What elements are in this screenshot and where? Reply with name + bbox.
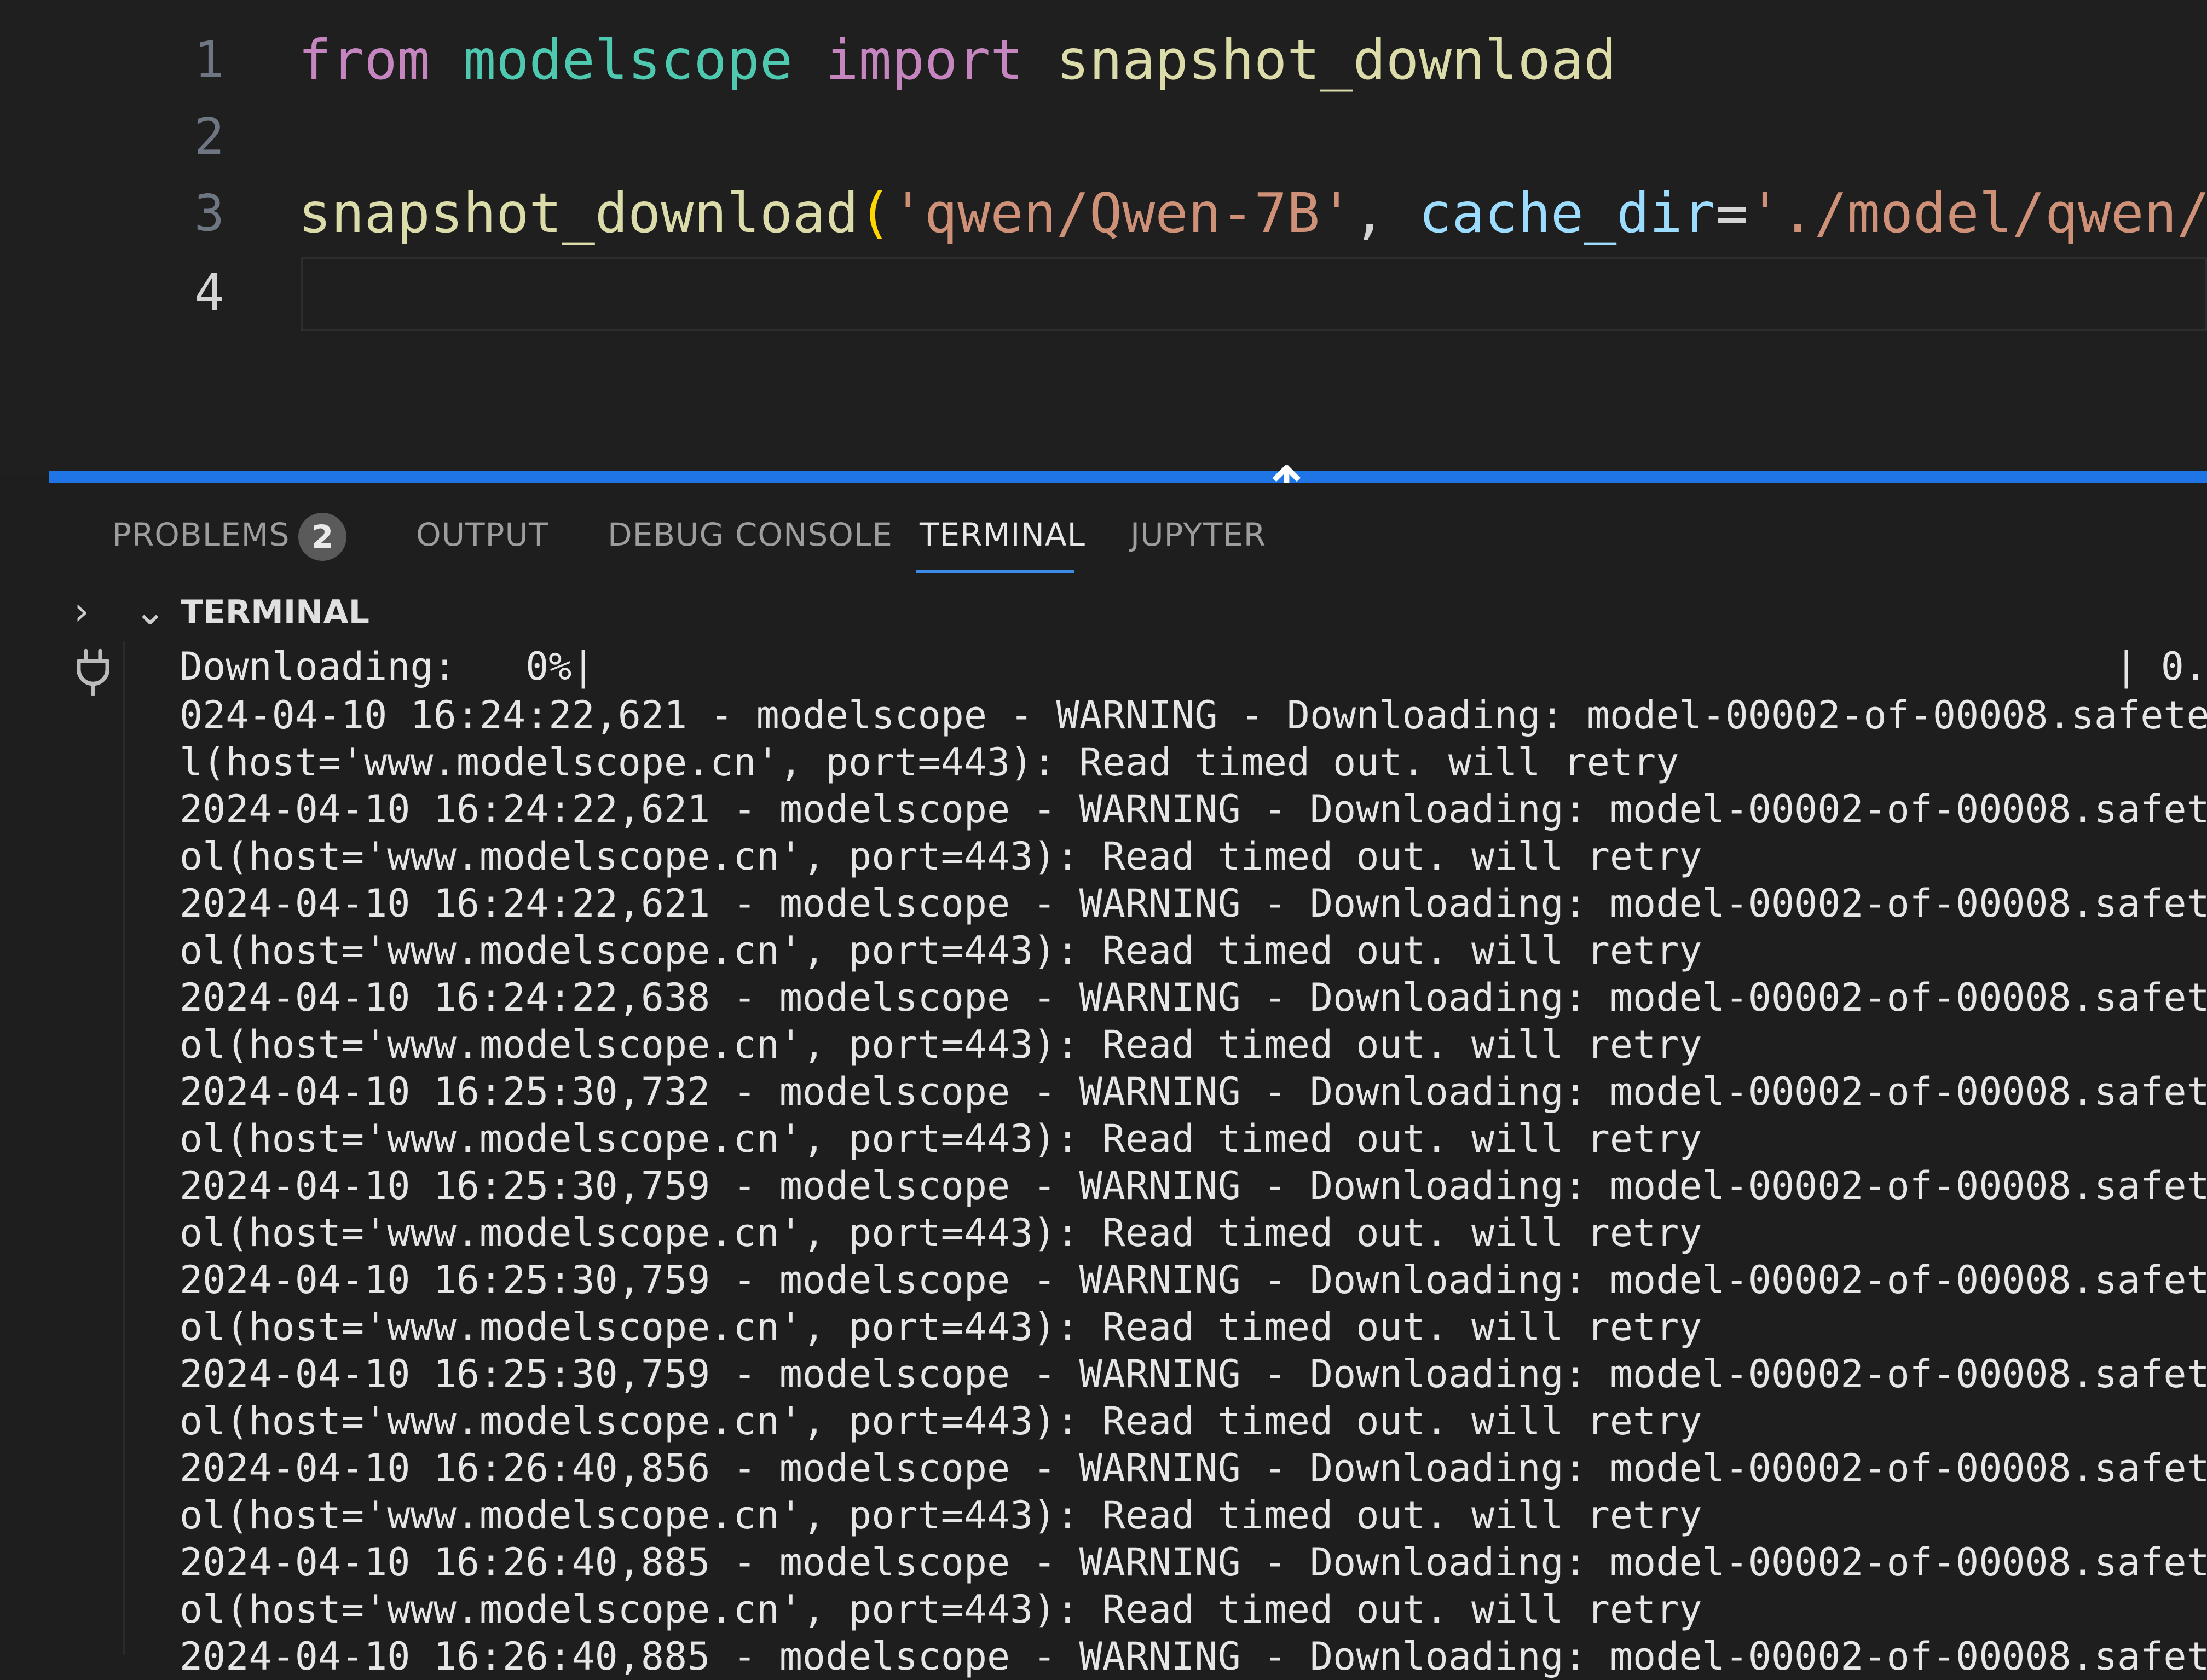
- terminal-line: 2024-04-10 16:25:30,732 - modelscope - W…: [180, 1069, 2207, 1114]
- terminal-line: ol(host='www.modelscope.cn', port=443): …: [180, 1022, 1702, 1067]
- terminal-line: ol(host='www.modelscope.cn', port=443): …: [180, 1305, 1702, 1349]
- code-editor[interactable]: 1 from modelscope import snapshot_downlo…: [0, 0, 2207, 476]
- terminal-line: ol(host='www.modelscope.cn', port=443): …: [180, 1399, 1702, 1444]
- terminal-line: 2024-04-10 16:24:22,621 - modelscope - W…: [180, 881, 2207, 926]
- bottom-panel: PROBLEMS 2 OUTPUT DEBUG CONSOLE TERMINAL…: [49, 483, 2207, 1679]
- plug-icon: [77, 648, 109, 696]
- code-token: cache_dir: [1419, 181, 1715, 245]
- terminal-line: 2024-04-10 16:25:30,759 - modelscope - W…: [180, 1163, 2207, 1208]
- code-token: from: [298, 28, 430, 92]
- terminal-line: 2024-04-10 16:26:40,885 - modelscope - W…: [180, 1634, 2207, 1679]
- code-token: ,: [1353, 181, 1419, 245]
- terminal-line: ol(host='www.modelscope.cn', port=443): …: [180, 1210, 1702, 1255]
- active-tab-indicator: [916, 570, 1074, 573]
- code-token: snapshot_download: [298, 181, 859, 245]
- editor-line-3[interactable]: 3 snapshot_download('qwen/Qwen-7B', cach…: [0, 175, 2207, 252]
- download-progress-tail: | 0.: [2114, 644, 2207, 689]
- editor-line-1[interactable]: 1 from modelscope import snapshot_downlo…: [0, 22, 2207, 99]
- tab-output[interactable]: OUTPUT: [416, 513, 548, 557]
- tab-terminal[interactable]: TERMINAL: [920, 513, 1085, 557]
- terminal-line: 2024-04-10 16:24:22,621 - modelscope - W…: [180, 787, 2207, 832]
- line-number: 1: [194, 31, 224, 89]
- terminal-line: 2024-04-10 16:26:40,885 - modelscope - W…: [180, 1540, 2207, 1585]
- line-number: 4: [194, 263, 224, 322]
- line-number: 2: [194, 107, 224, 166]
- code-text[interactable]: from modelscope import snapshot_download: [298, 22, 1616, 99]
- terminal-line: 2024-04-10 16:24:22,638 - modelscope - W…: [180, 975, 2207, 1020]
- terminal-line: ol(host='www.modelscope.cn', port=443): …: [180, 1493, 1702, 1538]
- terminal-line: 2024-04-10 16:25:30,759 - modelscope - W…: [180, 1352, 2207, 1397]
- code-token: modelscope: [463, 28, 793, 92]
- terminal-line: 2024-04-10 16:25:30,759 - modelscope - W…: [180, 1258, 2207, 1302]
- terminal-line: ol(host='www.modelscope.cn', port=443): …: [180, 1587, 1702, 1632]
- terminal-section-title: TERMINAL: [181, 593, 370, 632]
- code-text[interactable]: snapshot_download('qwen/Qwen-7B', cache_…: [298, 175, 2207, 252]
- tab-problems[interactable]: PROBLEMS: [112, 513, 290, 557]
- line-number: 3: [194, 184, 224, 242]
- download-progress-label: Downloading: 0%|: [180, 644, 595, 689]
- problems-count-badge: 2: [298, 513, 346, 561]
- terminal-line: ol(host='www.modelscope.cn', port=443): …: [180, 834, 1702, 879]
- code-token: 'qwen/Qwen-7B': [891, 181, 1353, 245]
- code-token: snapshot_download: [1056, 28, 1617, 92]
- chevron-down-icon[interactable]: ⌄: [134, 592, 166, 630]
- terminal-log: 024-04-10 16:24:22,621 - modelscope - WA…: [180, 692, 2207, 1680]
- panel-tabs: PROBLEMS 2 OUTPUT DEBUG CONSOLE TERMINAL…: [49, 483, 2207, 581]
- code-token: './model/qwen/': [1748, 181, 2207, 245]
- terminal-line: ol(host='www.modelscope.cn', port=443): …: [180, 928, 1702, 973]
- terminal-section-header[interactable]: › ⌄ TERMINAL: [49, 581, 2207, 641]
- editor-line-2[interactable]: 2: [0, 99, 2207, 175]
- tab-debug-console[interactable]: DEBUG CONSOLE: [608, 513, 893, 557]
- terminal-line: ol(host='www.modelscope.cn', port=443): …: [180, 1116, 1702, 1161]
- panel-resize-sash[interactable]: [49, 471, 2207, 483]
- terminal-output[interactable]: Downloading: 0%| | 0. 024-04-10 16:24:22…: [123, 641, 2207, 1679]
- chevron-right-icon[interactable]: ›: [74, 592, 89, 630]
- code-token: (: [858, 181, 892, 245]
- code-token: import: [825, 28, 1024, 92]
- tab-jupyter[interactable]: JUPYTER: [1130, 513, 1266, 557]
- code-token: =: [1715, 181, 1749, 245]
- terminal-line: 2024-04-10 16:26:40,856 - modelscope - W…: [180, 1446, 2207, 1491]
- editor-line-4[interactable]: 4: [0, 254, 2207, 331]
- terminal-line: l(host='www.modelscope.cn', port=443): R…: [180, 740, 1679, 785]
- download-progress-row: Downloading: 0%| | 0.: [180, 641, 2207, 692]
- terminal-line: 024-04-10 16:24:22,621 - modelscope - WA…: [180, 693, 2207, 738]
